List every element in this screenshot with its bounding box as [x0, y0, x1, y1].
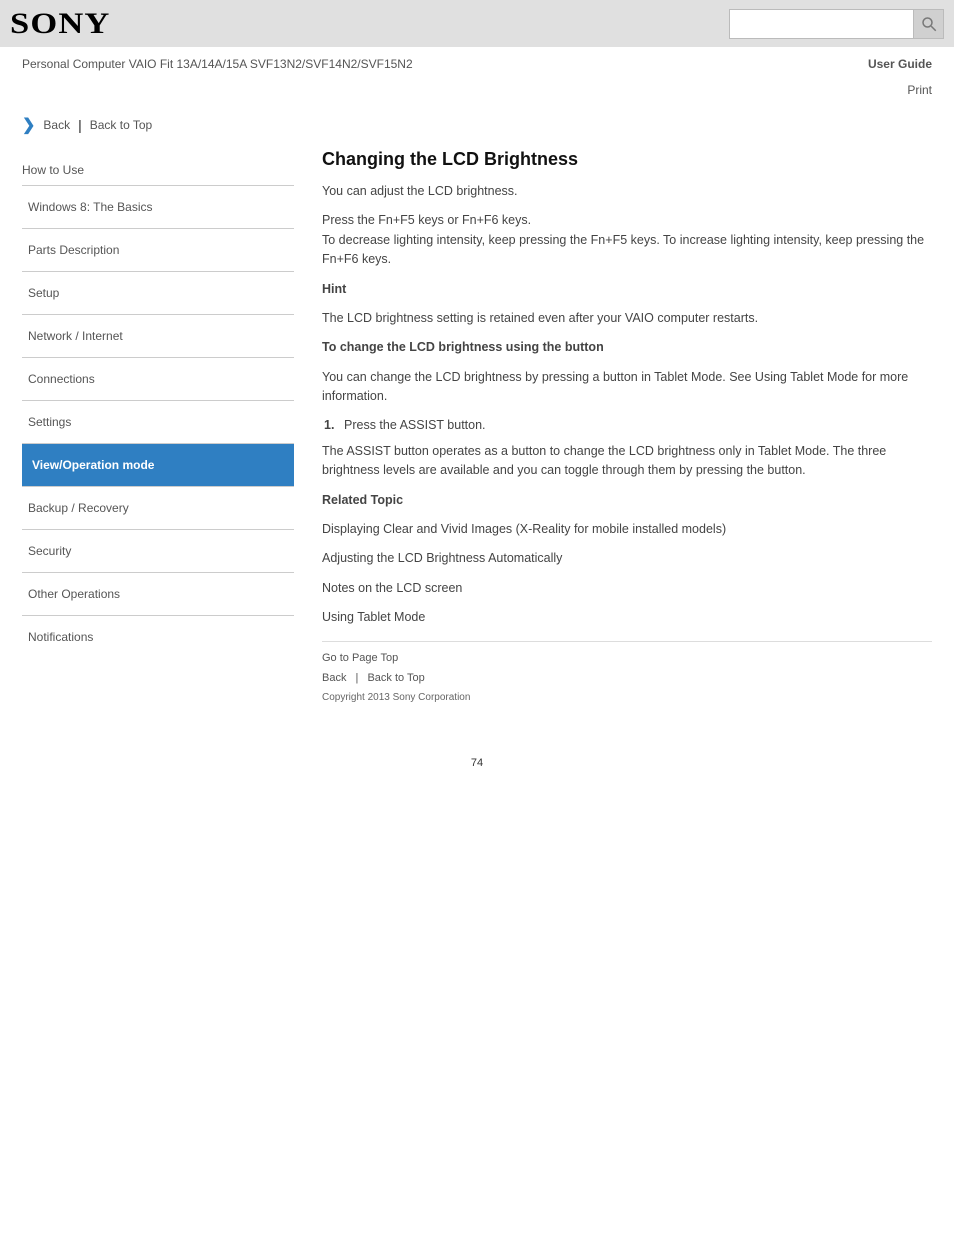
search-input[interactable] — [729, 9, 914, 39]
related-link-2[interactable]: Notes on the LCD screen — [322, 581, 462, 595]
sidebar-item-notifications[interactable]: Notifications — [22, 615, 294, 658]
footer-back-top[interactable]: Back to Top — [367, 672, 424, 684]
search-icon — [920, 15, 938, 33]
sidebar-item-settings[interactable]: Settings — [22, 400, 294, 443]
related-link-3[interactable]: Using Tablet Mode — [322, 610, 425, 624]
brand-logo: Sony — [10, 7, 110, 41]
content-divider — [322, 641, 932, 642]
hint-label: Hint — [322, 280, 932, 299]
crumb-top[interactable]: Back to Top — [90, 118, 152, 132]
sidebar-item-connections[interactable]: Connections — [22, 357, 294, 400]
step-1-number: 1. — [324, 416, 338, 435]
method2-intro: You can change the LCD brightness by pre… — [322, 368, 932, 407]
method2-heading: To change the LCD brightness using the b… — [322, 338, 932, 357]
search-button[interactable] — [914, 9, 944, 39]
main-layout: How to Use Windows 8: The Basics Parts D… — [0, 145, 954, 743]
steps-list: 1.Press the ASSIST button. — [324, 416, 932, 435]
search-region — [729, 9, 944, 39]
sidebar-item-other[interactable]: Other Operations — [22, 572, 294, 615]
sidebar-item-setup[interactable]: Setup — [22, 271, 294, 314]
sidebar-heading: How to Use — [22, 155, 294, 185]
footer-go-top[interactable]: Go to Page Top — [322, 652, 398, 664]
method1-text: Press the Fn+F5 keys or Fn+F6 keys.To de… — [322, 211, 932, 269]
related-label: Related Topic — [322, 491, 932, 510]
breadcrumb: ❯ Back | Back to Top — [0, 97, 954, 145]
sidebar-item-security[interactable]: Security — [22, 529, 294, 572]
crumb-back[interactable]: Back — [43, 118, 70, 132]
crumb-sep: | — [78, 117, 82, 133]
manual-title: User Guide — [868, 57, 932, 71]
intro-text: You can adjust the LCD brightness. — [322, 182, 932, 201]
page-title: Changing the LCD Brightness — [322, 149, 932, 170]
footer-back[interactable]: Back — [322, 672, 346, 684]
sidebar-item-viewoperation[interactable]: View/Operation mode — [22, 443, 294, 486]
header-bar: Sony — [0, 0, 954, 47]
footer-sep: | — [356, 672, 359, 684]
sidebar-item-parts[interactable]: Parts Description — [22, 228, 294, 271]
product-line: Personal Computer VAIO Fit 13A/14A/15A S… — [22, 57, 413, 71]
content-area: Changing the LCD Brightness You can adju… — [322, 145, 932, 703]
sidebar: How to Use Windows 8: The Basics Parts D… — [22, 155, 294, 703]
chevron-right-icon: ❯ — [22, 115, 35, 135]
related-link-0[interactable]: Displaying Clear and Vivid Images (X-Rea… — [322, 522, 726, 536]
step-1: 1.Press the ASSIST button. — [324, 416, 932, 435]
hint-text: The LCD brightness setting is retained e… — [322, 309, 932, 328]
print-link[interactable]: Print — [0, 83, 932, 97]
related-link-1[interactable]: Adjusting the LCD Brightness Automatical… — [322, 551, 562, 565]
sidebar-item-windows8[interactable]: Windows 8: The Basics — [22, 185, 294, 228]
step-1-detail: The ASSIST button operates as a button t… — [322, 442, 932, 481]
subheader: Personal Computer VAIO Fit 13A/14A/15A S… — [0, 47, 954, 77]
sidebar-item-network[interactable]: Network / Internet — [22, 314, 294, 357]
sidebar-item-backup[interactable]: Backup / Recovery — [22, 486, 294, 529]
copyright: Copyright 2013 Sony Corporation — [322, 692, 932, 703]
footer-links: Go to Page Top — [322, 652, 932, 664]
page-number: 74 — [0, 743, 954, 783]
